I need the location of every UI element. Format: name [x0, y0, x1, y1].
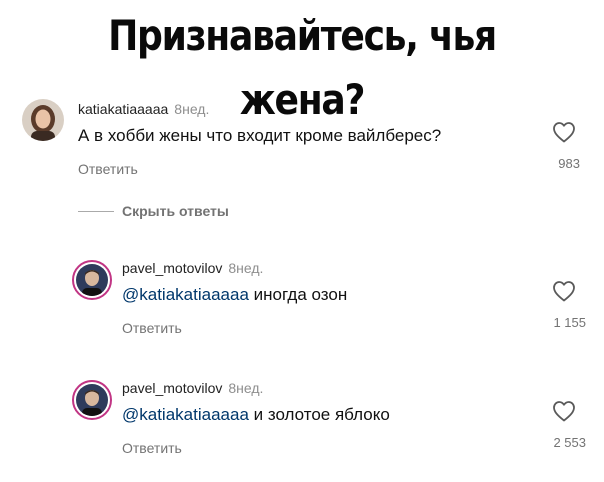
reply-button[interactable]: Ответить — [122, 440, 182, 456]
hide-replies-divider — [78, 210, 114, 212]
mention-link[interactable]: @katiakatiaaaaa — [122, 405, 249, 424]
reply-button[interactable]: Ответить — [122, 320, 182, 336]
comment-username[interactable]: pavel_motovilov 8нед. — [122, 380, 263, 396]
username-text[interactable]: pavel_motovilov — [122, 380, 222, 396]
username-text[interactable]: pavel_motovilov — [122, 260, 222, 276]
heart-icon[interactable] — [552, 121, 576, 143]
reply-button[interactable]: Ответить — [78, 161, 138, 177]
comment-text: @katiakatiaaaaa иногда озон — [122, 285, 347, 305]
hide-replies-button[interactable]: Скрыть ответы — [78, 203, 229, 219]
comment-username[interactable]: katiakatiaaaaa 8нед. — [78, 101, 209, 117]
heart-icon[interactable] — [552, 280, 576, 302]
avatar[interactable] — [72, 260, 112, 300]
like-count: 983 — [558, 156, 580, 171]
like-count: 2 553 — [553, 435, 586, 450]
like-count: 1 155 — [553, 315, 586, 330]
comment-text: @katiakatiaaaaa и золотое яблоко — [122, 405, 390, 425]
comment-body: и золотое яблоко — [253, 405, 390, 424]
username-text[interactable]: katiakatiaaaaa — [78, 101, 168, 117]
hide-replies-label[interactable]: Скрыть ответы — [122, 203, 229, 219]
comment-username[interactable]: pavel_motovilov 8нед. — [122, 260, 263, 276]
comment-time: 8нед. — [228, 260, 264, 276]
comment-text: А в хобби жены что входит кроме вайлбере… — [78, 126, 442, 145]
comment-time: 8нед. — [174, 101, 210, 117]
avatar[interactable] — [72, 380, 112, 420]
avatar[interactable] — [22, 99, 64, 141]
heart-icon[interactable] — [552, 400, 576, 422]
mention-link[interactable]: @katiakatiaaaaa — [122, 285, 249, 304]
comment-body: иногда озон — [253, 285, 348, 304]
comment-time: 8нед. — [228, 380, 264, 396]
